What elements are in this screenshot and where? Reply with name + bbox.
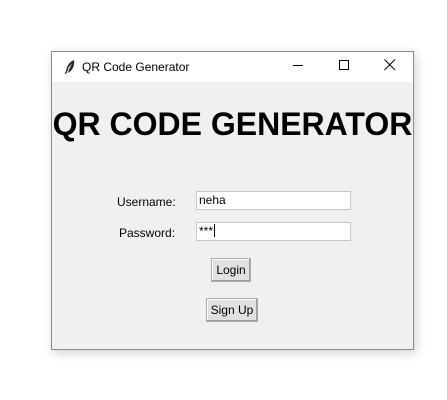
maximize-icon <box>338 58 350 76</box>
signup-button[interactable]: Sign Up <box>206 298 258 322</box>
username-field[interactable]: neha <box>196 191 351 210</box>
username-label: Username: <box>117 195 176 209</box>
minimize-icon <box>292 58 304 76</box>
minimize-button[interactable] <box>275 52 321 82</box>
password-value: *** <box>199 224 214 238</box>
text-cursor <box>214 224 216 237</box>
close-icon <box>384 58 396 76</box>
maximize-button[interactable] <box>321 52 367 82</box>
title-bar[interactable]: QR Code Generator <box>52 52 413 82</box>
close-button[interactable] <box>367 52 413 82</box>
password-field[interactable]: *** <box>196 222 351 241</box>
login-button[interactable]: Login <box>211 258 251 282</box>
username-value: neha <box>199 193 226 207</box>
page-title: QR CODE GENERATOR <box>52 106 413 142</box>
app-window: QR Code Generator QR CODE GENERATOR User… <box>51 51 414 350</box>
password-label: Password: <box>119 226 176 240</box>
feather-icon <box>63 59 77 75</box>
login-form: QR CODE GENERATOR Username: neha Passwor… <box>52 82 413 349</box>
window-title: QR Code Generator <box>82 60 190 74</box>
